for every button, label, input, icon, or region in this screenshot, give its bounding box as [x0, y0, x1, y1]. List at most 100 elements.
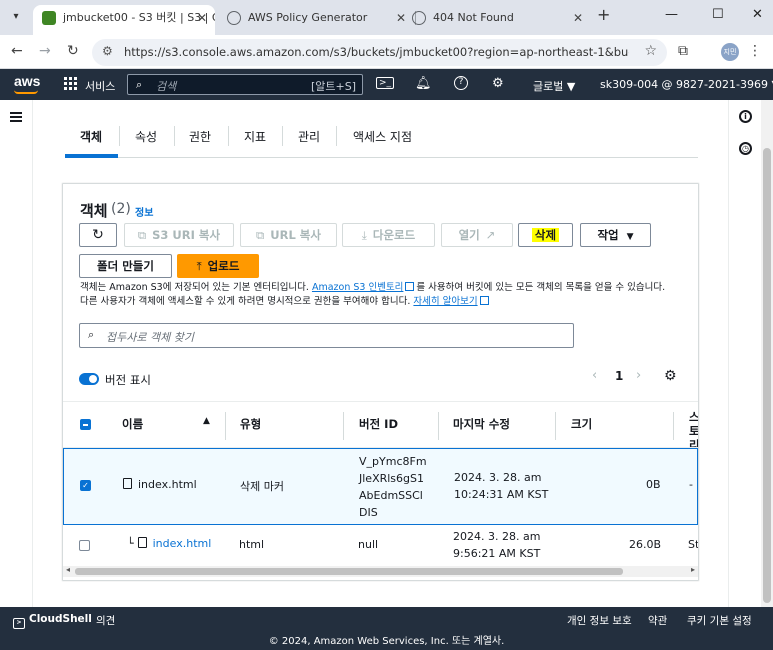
copy-url-button[interactable]: ⧉ URL 복사: [240, 223, 337, 247]
column-header-type[interactable]: 유형: [240, 416, 261, 432]
object-name: └ index.html: [127, 537, 211, 550]
browser-tab-bar: ▾ jmbucket00 - S3 버킷 | S3 | Gl ✕ AWS Pol…: [0, 0, 773, 35]
select-all-checkbox[interactable]: [80, 419, 91, 430]
cloudshell-button[interactable]: > CloudShell: [13, 613, 92, 629]
tab-metrics[interactable]: 지표: [244, 128, 266, 145]
inventory-link[interactable]: Amazon S3 인벤토리: [312, 282, 403, 293]
help-icon[interactable]: ?: [454, 76, 468, 90]
profile-avatar[interactable]: 지민: [721, 43, 739, 61]
tab-title: jmbucket00 - S3 버킷 | S3 | Gl: [63, 11, 215, 24]
column-header-last-modified[interactable]: 마지막 수정: [453, 416, 510, 432]
aws-search-input[interactable]: ⌕ 검색 [알트+S]: [127, 74, 363, 95]
minimize-icon[interactable]: —: [665, 7, 678, 22]
previous-page-icon[interactable]: ‹: [592, 368, 597, 383]
row-checkbox[interactable]: [79, 540, 90, 551]
aws-console-header: aws 서비스 ⌕ 검색 [알트+S] >_ 🔔︎ ? ⚙ 글로벌 ▼ sk30…: [0, 69, 773, 100]
column-header-name[interactable]: 이름: [122, 416, 143, 432]
tab-search-icon[interactable]: ▾: [6, 7, 26, 27]
copy-s3-uri-button[interactable]: ⧉ S3 URI 복사: [124, 223, 234, 247]
notifications-bell-icon[interactable]: 🔔︎: [415, 76, 432, 91]
terms-link[interactable]: 약관: [648, 613, 667, 628]
scrollbar-thumb[interactable]: [75, 568, 623, 575]
column-header-version-id[interactable]: 버전 ID: [359, 416, 398, 432]
sort-ascending-icon[interactable]: ▲: [203, 416, 210, 426]
account-menu[interactable]: sk309-004 @ 9827-2021-3969 ▼: [600, 78, 773, 91]
actions-dropdown[interactable]: 작업 ▼: [580, 223, 651, 247]
table-preferences-gear-icon[interactable]: ⚙: [664, 368, 677, 384]
external-link-icon: [479, 296, 489, 305]
version-id-line: DIS: [359, 506, 378, 519]
upload-button[interactable]: ⤒ 업로드: [177, 254, 259, 278]
recent-history-icon[interactable]: ◷: [739, 142, 752, 155]
tab-divider: [282, 126, 283, 146]
info-panel-icon[interactable]: i: [739, 110, 752, 123]
column-divider: [343, 412, 344, 440]
upload-icon: ⤒: [196, 259, 202, 273]
page-number[interactable]: 1: [615, 369, 623, 383]
aws-logo[interactable]: aws: [14, 73, 40, 89]
tab-properties[interactable]: 속성: [135, 128, 157, 145]
description-text: 다른 사용자가 객체에 액세스할 수 있게 하려면 명시적으로 권한을 부여해야…: [80, 296, 414, 307]
forward-icon[interactable]: →: [39, 43, 51, 59]
extensions-icon[interactable]: ⧉: [678, 43, 688, 59]
table-row[interactable]: └ index.html html null 2024. 3. 28. am 9:…: [63, 525, 698, 569]
copy-icon: ⧉: [137, 228, 147, 242]
reload-icon[interactable]: ↻: [67, 43, 79, 59]
learn-more-link[interactable]: 자세히 알아보기: [413, 296, 477, 307]
privacy-link[interactable]: 개인 정보 보호: [567, 613, 632, 628]
new-tab-icon[interactable]: +: [597, 5, 610, 24]
scroll-right-icon[interactable]: ▸: [691, 565, 695, 574]
browser-menu-icon[interactable]: ⋮: [748, 43, 762, 59]
cloudshell-icon[interactable]: >_: [376, 77, 395, 89]
back-icon[interactable]: ←: [11, 43, 23, 59]
column-header-storage-class[interactable]: 스토리: [689, 410, 698, 447]
table-horizontal-scrollbar[interactable]: ◂ ▸: [63, 565, 698, 577]
window-close-icon[interactable]: ✕: [752, 7, 763, 22]
close-tab-icon[interactable]: ✕: [197, 5, 207, 31]
modified-line: 2024. 3. 28. am: [454, 471, 542, 484]
version-id-line: JleXRls6gS1: [359, 472, 424, 485]
show-versions-toggle[interactable]: [79, 373, 99, 385]
download-button[interactable]: ⤓ 다운로드: [342, 223, 435, 247]
hamburger-menu-icon[interactable]: [10, 112, 22, 122]
delete-button[interactable]: 삭제: [518, 223, 573, 247]
browser-tab-s3[interactable]: jmbucket00 - S3 버킷 | S3 | Gl ✕: [33, 5, 215, 35]
modified-line: 2024. 3. 28. am: [453, 530, 541, 543]
services-grid-icon[interactable]: [64, 77, 78, 91]
url-field[interactable]: ⚙ https://s3.console.aws.amazon.com/s3/b…: [92, 39, 667, 66]
tab-objects[interactable]: 객체: [80, 128, 102, 145]
feedback-link[interactable]: 의견: [96, 613, 115, 628]
object-size: 0B: [646, 478, 661, 491]
button-label: 폴더 만들기: [97, 259, 154, 273]
table-row[interactable]: ✓ index.html 삭제 마커 V_pYmc8Fm JleXRls6gS1…: [63, 448, 698, 525]
browser-tab-policy-generator[interactable]: AWS Policy Generator ✕: [218, 5, 414, 35]
cookie-preferences-link[interactable]: 쿠키 기본 설정: [687, 613, 752, 628]
tab-divider: [174, 126, 175, 146]
services-menu[interactable]: 서비스: [85, 78, 115, 94]
column-header-size[interactable]: 크기: [571, 416, 592, 432]
prefix-search-input[interactable]: ⌕ 접두사로 객체 찾기: [79, 323, 574, 348]
next-page-icon[interactable]: ›: [636, 368, 641, 383]
region-selector[interactable]: 글로벌 ▼: [533, 78, 575, 94]
tab-management[interactable]: 관리: [298, 128, 320, 145]
scrollbar-thumb[interactable]: [763, 148, 771, 603]
browser-tab-404[interactable]: 404 Not Found ✕: [403, 5, 591, 35]
info-link[interactable]: 정보: [135, 204, 153, 219]
settings-gear-icon[interactable]: ⚙: [492, 76, 504, 91]
object-name-text: index.html: [138, 478, 197, 491]
object-name-link[interactable]: index.html: [153, 537, 212, 550]
row-checkbox[interactable]: ✓: [80, 480, 91, 491]
tab-permissions[interactable]: 권한: [189, 128, 211, 145]
close-tab-icon[interactable]: ✕: [573, 5, 583, 31]
search-shortcut: [알트+S]: [310, 80, 356, 93]
bookmark-star-icon[interactable]: ☆: [644, 43, 657, 59]
maximize-icon[interactable]: ☐: [712, 7, 724, 22]
scroll-left-icon[interactable]: ◂: [66, 565, 70, 574]
site-settings-icon[interactable]: ⚙: [102, 44, 113, 58]
create-folder-button[interactable]: 폴더 만들기: [79, 254, 172, 278]
open-button[interactable]: 열기 ↗: [441, 223, 513, 247]
tab-title: AWS Policy Generator: [248, 11, 368, 24]
tab-access-points[interactable]: 액세스 지점: [353, 128, 412, 145]
page-scrollbar[interactable]: [761, 100, 773, 607]
refresh-button[interactable]: ↻: [79, 223, 117, 247]
